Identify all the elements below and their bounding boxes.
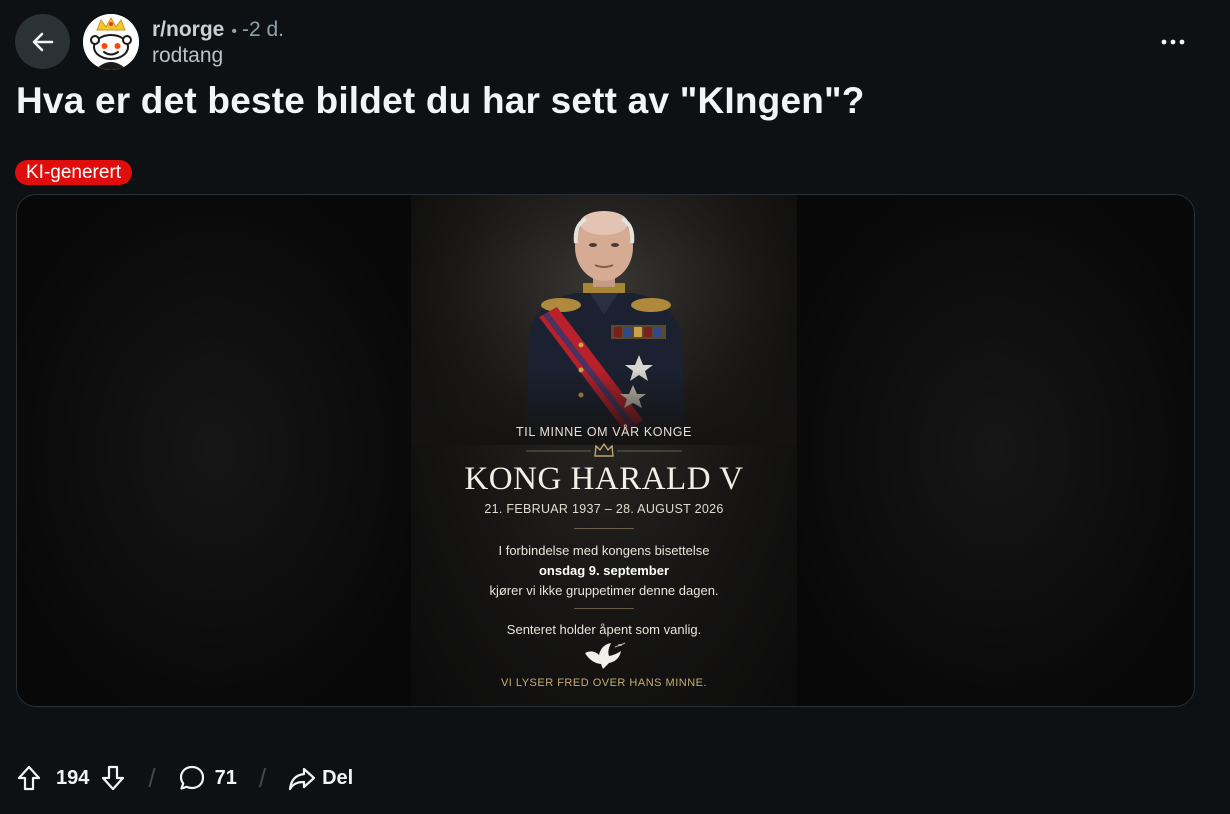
king-portrait [411, 195, 797, 445]
post-time: -2 d. [241, 18, 284, 41]
share-icon [288, 767, 316, 791]
dove-icon [585, 642, 626, 669]
poster-memory-line: VI LYSER FRED OVER HANS MINNE. [500, 677, 708, 689]
more-options-button[interactable] [1153, 24, 1193, 60]
author-name[interactable]: rodtang [152, 44, 223, 68]
post-actions: 194 / 71 / Del [16, 760, 353, 796]
poster-title: KONG HARALD V [464, 461, 744, 497]
post-header: r/norge • -2 d. rodtang [15, 14, 1215, 70]
action-separator: / [258, 762, 267, 793]
post-title: Hva er det beste bildet du har sett av "… [16, 80, 865, 121]
poster-pre-title: TIL MINNE OM VÅR KONGE [516, 425, 692, 439]
comments-button[interactable]: 71 [178, 764, 237, 792]
post-flair[interactable]: KI-generert [15, 160, 133, 185]
subreddit-avatar[interactable] [83, 14, 139, 70]
comment-count: 71 [214, 766, 237, 789]
subreddit-avatar-icon [83, 14, 139, 70]
action-separator: / [148, 762, 156, 793]
poster-info-line1: I forbindelse med kongens bisettelse [498, 543, 710, 558]
subreddit-name[interactable]: r/norge [152, 18, 224, 42]
back-arrow-icon [32, 32, 53, 51]
vote-group: 194 [16, 764, 126, 792]
upvote-count: 194 [56, 766, 90, 789]
upvote-icon [17, 765, 41, 791]
downvote-icon [102, 765, 125, 791]
back-button[interactable] [15, 14, 70, 69]
upvote-button[interactable] [16, 764, 42, 792]
poster-info-line3: kjører vi ikke gruppetimer denne dagen. [489, 583, 719, 598]
comment-icon [179, 765, 204, 790]
poster-dates: 21. FEBRUAR 1937 – 28. AUGUST 2026 [484, 502, 724, 516]
image-blur-left [17, 195, 411, 706]
post-image[interactable]: TIL MINNE OM VÅR KONGE KONG HARALD V 21.… [16, 194, 1195, 707]
crown-icon [526, 442, 682, 457]
subreddit-meta: r/norge • -2 d. [152, 18, 284, 42]
poster-info-line2: onsdag 9. september [538, 563, 670, 578]
image-blur-right [796, 195, 1194, 706]
share-button[interactable]: Del [288, 765, 353, 791]
share-label: Del [322, 766, 354, 789]
downvote-button[interactable] [100, 764, 126, 792]
meta-separator: • [231, 23, 237, 40]
poster-divider [574, 528, 634, 529]
poster-open-line: Senteret holder åpent som vanlig. [506, 622, 702, 637]
more-icon [1161, 39, 1185, 45]
memorial-poster: TIL MINNE OM VÅR KONGE KONG HARALD V 21.… [411, 195, 797, 706]
poster-divider [574, 608, 634, 609]
